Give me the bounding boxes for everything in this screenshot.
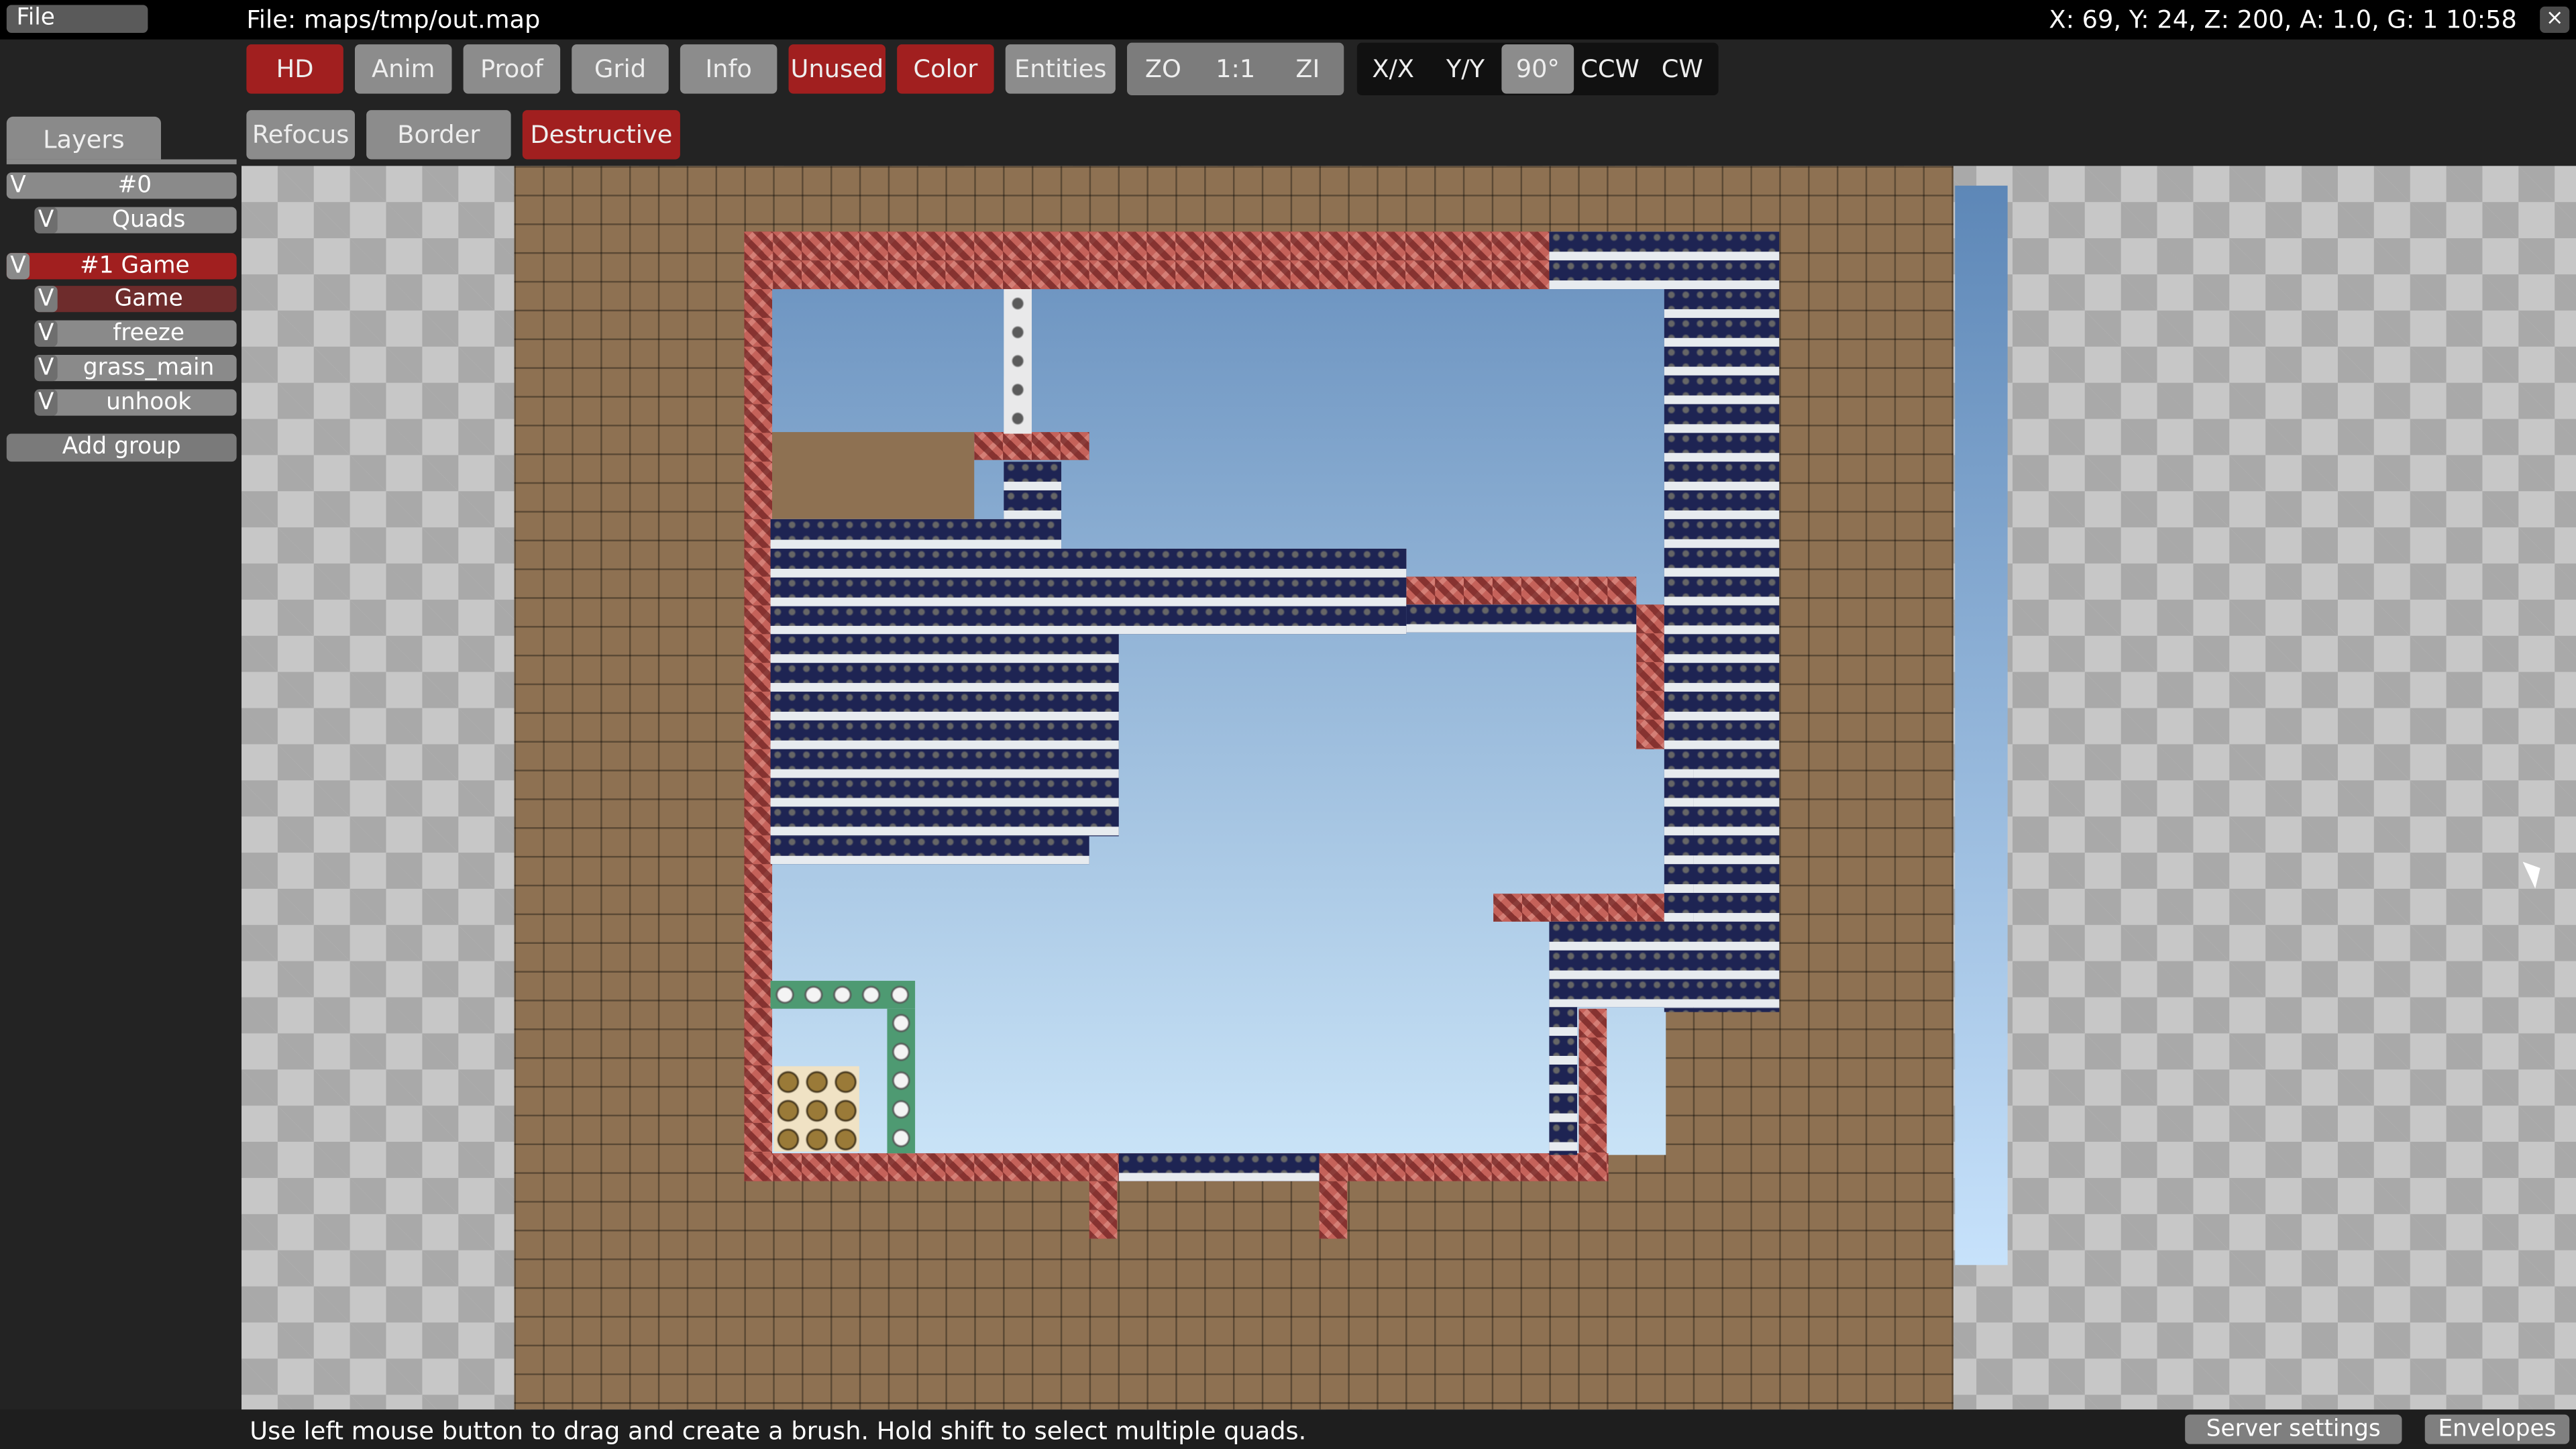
hookable-wall-top — [744, 231, 1550, 290]
entities-toggle-button[interactable]: Entities — [1005, 44, 1116, 94]
freeze-tiles — [887, 1008, 916, 1154]
transform-group: X/X Y/Y 90° CCW CW — [1356, 42, 1719, 96]
visibility-toggle[interactable]: V — [34, 354, 58, 382]
hookable-pillar — [1636, 604, 1664, 749]
destructive-toggle-button[interactable]: Destructive — [522, 110, 680, 160]
unused-toggle-button[interactable]: Unused — [788, 44, 886, 94]
unhookable-row — [770, 519, 1062, 549]
unhookable-block — [1549, 231, 1780, 290]
proof-toggle-button[interactable]: Proof — [463, 44, 561, 94]
layers-tab[interactable]: Layers — [6, 116, 162, 160]
unhookable-block — [770, 634, 1119, 837]
layer-group-1-game[interactable]: V #1 Game — [6, 253, 237, 280]
grid-toggle-button[interactable]: Grid — [572, 44, 669, 94]
hookable-pillar — [1089, 1181, 1118, 1239]
layer-grass-main[interactable]: V grass_main — [34, 354, 237, 382]
status-bar: Use left mouse button to drag and create… — [0, 1409, 2576, 1449]
layer-group-name: #1 Game — [80, 253, 190, 280]
visibility-toggle[interactable]: V — [34, 207, 58, 233]
unhookable-row — [770, 548, 1407, 606]
top-bar: File File: maps/tmp/out.map X: 69, Y: 24… — [0, 0, 2576, 40]
status-hint: Use left mouse button to drag and create… — [250, 1416, 1307, 1446]
hookable-wall-left — [744, 231, 773, 1181]
layer-quads[interactable]: V Quads — [34, 207, 237, 233]
flip-x-button[interactable]: X/X — [1357, 44, 1430, 93]
anim-toggle-button[interactable]: Anim — [354, 44, 452, 94]
file-title: File: maps/tmp/out.map — [246, 5, 541, 35]
rotate-ccw-button[interactable]: CCW — [1574, 44, 1646, 93]
hookable-ledge — [1406, 576, 1637, 605]
unhookable-row — [1406, 604, 1637, 633]
zoom-in-button[interactable]: ZI — [1272, 44, 1344, 93]
hookable-ledge — [974, 432, 1089, 460]
hookable-pillar — [1578, 1008, 1607, 1181]
layer-game[interactable]: V Game — [34, 286, 237, 313]
dirt-block — [770, 432, 975, 519]
file-menu-button[interactable]: File — [6, 5, 148, 33]
unhookable-row — [770, 606, 1407, 635]
layer-freeze[interactable]: V freeze — [34, 320, 237, 347]
add-group-button[interactable]: Add group — [6, 433, 237, 462]
cursor-status: X: 69, Y: 24, Z: 200, A: 1.0, G: 1 10:58 — [2049, 5, 2517, 35]
refocus-button[interactable]: Refocus — [246, 110, 355, 160]
color-toggle-button[interactable]: Color — [897, 44, 994, 94]
layer-group-0[interactable]: V #0 — [6, 172, 237, 199]
locked-tiles — [773, 1066, 859, 1152]
layer-name: grass_main — [83, 354, 215, 382]
rotate-90-button[interactable]: 90° — [1501, 44, 1574, 94]
visibility-toggle[interactable]: V — [34, 320, 58, 347]
flip-y-button[interactable]: Y/Y — [1430, 44, 1502, 93]
visibility-toggle[interactable]: V — [7, 172, 30, 199]
unhookable-column — [1549, 1007, 1578, 1155]
unhookable-block — [1004, 462, 1062, 519]
stopper-column — [1004, 289, 1032, 434]
zoom-group: ZO 1:1 ZI — [1127, 42, 1344, 96]
hd-toggle-button[interactable]: HD — [246, 44, 343, 94]
unhookable-floor — [1118, 1153, 1320, 1181]
close-button[interactable]: × — [2540, 6, 2570, 33]
visibility-toggle[interactable]: V — [34, 389, 58, 416]
map-canvas[interactable] — [241, 166, 2576, 1410]
rotate-cw-button[interactable]: CW — [1646, 44, 1719, 93]
layer-unhook[interactable]: V unhook — [34, 389, 237, 416]
visibility-toggle[interactable]: V — [34, 286, 58, 313]
layer-group-name: #0 — [117, 172, 152, 199]
layer-name: freeze — [113, 320, 184, 347]
unhookable-row — [770, 836, 1089, 865]
mouse-cursor-icon — [2522, 856, 2547, 889]
layers-tab-underline — [6, 159, 237, 164]
server-settings-button[interactable]: Server settings — [2185, 1414, 2402, 1444]
info-toggle-button[interactable]: Info — [680, 44, 777, 94]
background-preview-strip — [1955, 185, 2008, 1265]
layer-name: unhook — [106, 389, 192, 416]
unhookable-block — [1549, 921, 1780, 1008]
visibility-toggle[interactable]: V — [6, 253, 30, 280]
zoom-reset-button[interactable]: 1:1 — [1199, 44, 1272, 93]
envelopes-button[interactable]: Envelopes — [2424, 1414, 2570, 1444]
layer-name: Game — [114, 286, 183, 313]
freeze-tiles — [770, 981, 916, 1009]
hookable-pillar — [1319, 1181, 1348, 1239]
zoom-out-button[interactable]: ZO — [1127, 44, 1199, 93]
layer-name: Quads — [111, 207, 186, 233]
border-button[interactable]: Border — [366, 110, 511, 160]
